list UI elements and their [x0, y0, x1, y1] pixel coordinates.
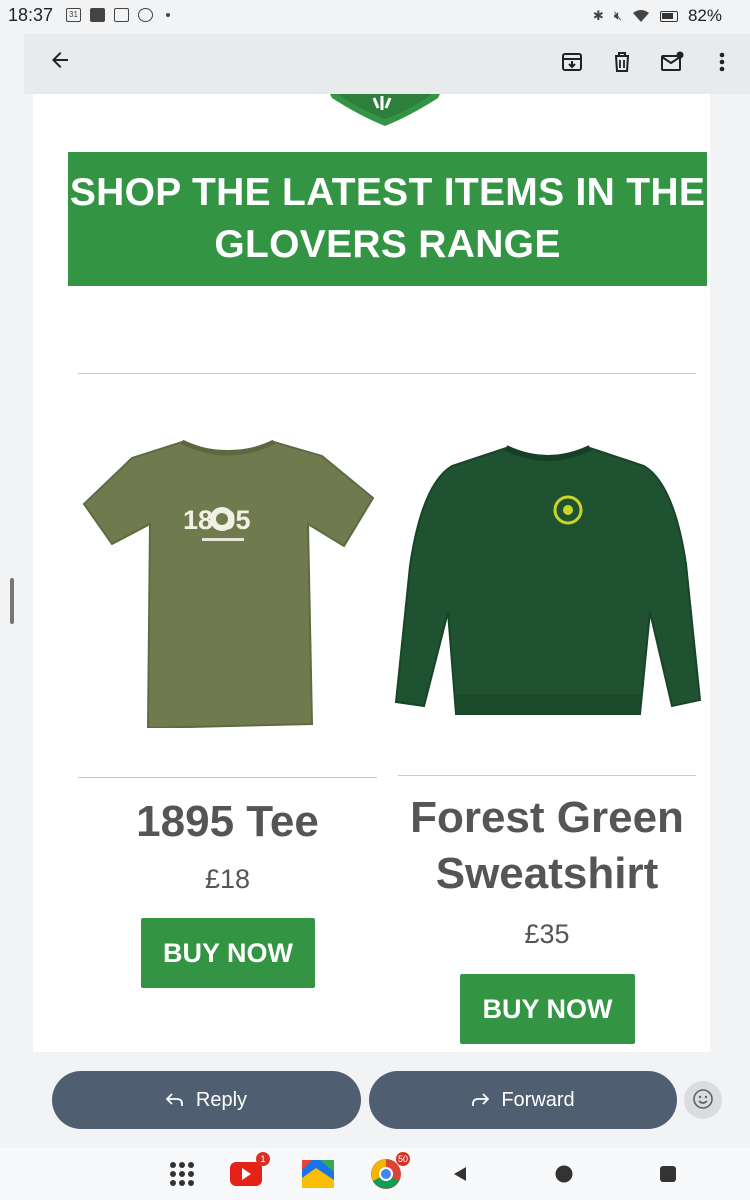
more-icon [719, 52, 725, 72]
youtube-app-button[interactable]: 1 [228, 1152, 270, 1192]
app-drawer-button[interactable] [164, 1156, 200, 1192]
photos-icon [114, 8, 129, 22]
product-price: £18 [204, 864, 251, 894]
mute-icon: 🔇︎ [613, 8, 622, 23]
forward-button[interactable]: Forward [369, 1071, 677, 1129]
more-options-button[interactable] [708, 48, 736, 76]
buy-now-button[interactable]: BUY NOW [460, 974, 635, 1044]
product-divider [78, 777, 377, 778]
section-divider [78, 373, 696, 374]
bluetooth-icon: ✱ [592, 8, 604, 23]
notification-icons: 31 [66, 8, 170, 22]
home-nav-button[interactable] [546, 1156, 582, 1192]
forward-icon [472, 1093, 490, 1106]
product-name[interactable]: Forest Green Sweatshirt [398, 790, 696, 902]
arrow-back-icon [52, 52, 68, 68]
emoji-reaction-button[interactable] [684, 1081, 722, 1119]
toolbar-actions [558, 48, 736, 76]
navigation-bar: 1 50 [0, 1148, 750, 1200]
reply-button[interactable]: Reply [52, 1071, 361, 1129]
more-notifications-dot [166, 13, 170, 17]
archive-button[interactable] [558, 48, 586, 76]
mark-unread-icon [661, 51, 684, 71]
recents-nav-button[interactable] [650, 1156, 686, 1192]
youtube-icon [90, 8, 105, 22]
reply-label: Reply [195, 1088, 248, 1111]
tee-product-image[interactable]: 18 95 [82, 438, 374, 728]
app-bar [24, 34, 750, 94]
mark-unread-button[interactable] [658, 48, 686, 76]
forward-label: Forward [501, 1088, 575, 1111]
app-grid-icon [170, 1162, 194, 1186]
files-app-button[interactable] [300, 1156, 336, 1192]
battery-percent: 82% [687, 6, 722, 25]
youtube-icon [230, 1162, 262, 1186]
notification-badge: 1 [256, 1152, 270, 1166]
recents-square-icon [660, 1166, 676, 1182]
promo-banner[interactable]: SHOP THE LATEST ITEMS IN THE GLOVERS RAN… [68, 152, 707, 286]
status-time: 18:37 [8, 5, 54, 25]
calendar-icon: 31 [66, 8, 81, 22]
back-triangle-icon [454, 1167, 466, 1181]
back-button[interactable] [44, 48, 76, 80]
banner-title: SHOP THE LATEST ITEMS IN THE GLOVERS RAN… [69, 171, 706, 266]
home-circle-icon [555, 1165, 573, 1183]
smiley-icon [693, 1089, 713, 1109]
files-icon [302, 1160, 334, 1188]
buy-now-button[interactable]: BUY NOW [141, 918, 315, 988]
reply-icon [165, 1093, 183, 1106]
reply-bar: Reply Forward [0, 1052, 750, 1148]
delete-icon [615, 52, 629, 72]
battery-icon [659, 10, 678, 22]
back-nav-button[interactable] [442, 1156, 478, 1192]
notification-badge: 50 [395, 1152, 410, 1166]
wifi-icon [632, 10, 649, 22]
status-bar: 18:37 31 ✱ 🔇︎ 82% [0, 0, 750, 34]
product-price: £35 [524, 919, 570, 949]
delete-button[interactable] [608, 48, 636, 76]
archive-icon [562, 53, 582, 71]
product-name[interactable]: 1895 Tee [78, 794, 377, 850]
chrome-app-button[interactable]: 50 [368, 1152, 410, 1192]
sweatshirt-product-image[interactable] [394, 444, 702, 718]
product-divider [398, 775, 696, 776]
chrome-icon [138, 8, 153, 22]
club-crest-icon [330, 94, 440, 126]
system-icons: ✱ 🔇︎ 82% [593, 6, 722, 26]
side-panel-handle[interactable] [10, 578, 14, 624]
